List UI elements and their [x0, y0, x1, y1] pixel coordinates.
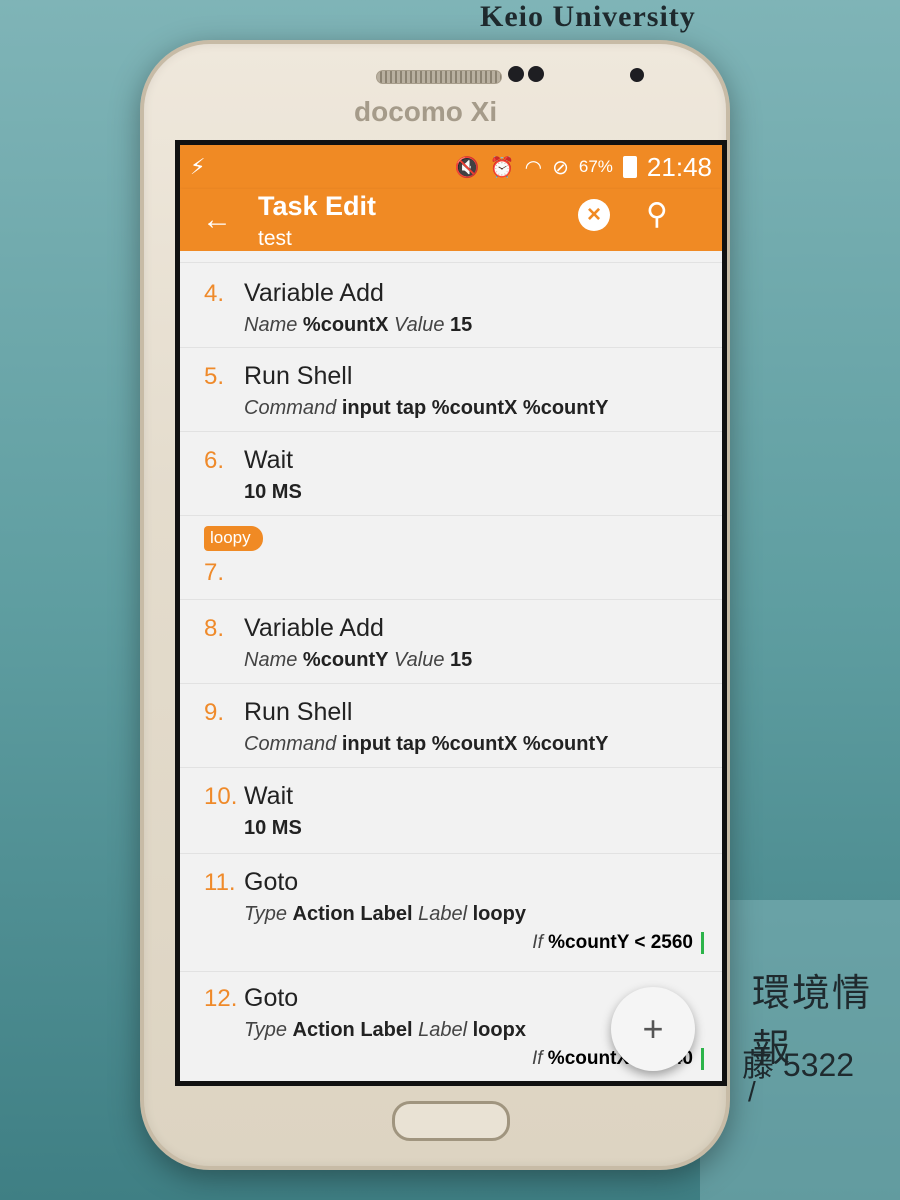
bolt-icon: ⚡	[190, 154, 206, 179]
condition-bar	[701, 932, 704, 954]
add-action-button[interactable]: +	[611, 987, 695, 1071]
action-label-chip: loopy	[204, 526, 263, 551]
front-sensor	[528, 66, 544, 82]
action-number: 12.	[204, 985, 238, 1012]
list-item[interactable]: 5. Run Shell Command input tap %countX %c…	[180, 348, 722, 432]
list-item[interactable]: 9. Run Shell Command input tap %countX %c…	[180, 684, 722, 768]
action-number: 4.	[204, 280, 225, 307]
action-params: Name %countY Value 15	[244, 649, 473, 671]
action-name: Wait	[244, 782, 294, 810]
action-name: Variable Add	[244, 614, 384, 642]
page-title: Task Edit	[258, 191, 377, 221]
action-params: Type Action Label Label loopy	[244, 903, 526, 925]
background-university-text: Keio University	[480, 0, 696, 33]
battery-icon	[622, 156, 637, 178]
action-number: 7.	[204, 559, 225, 586]
battery-percent: 67%	[578, 157, 613, 176]
action-name: Run Shell	[244, 362, 353, 390]
clock: 21:48	[646, 151, 712, 182]
background-poster-slash: /	[748, 1076, 756, 1107]
earpiece-speaker	[376, 70, 502, 84]
alarm-icon: ⏰	[489, 156, 515, 179]
action-number: 6.	[204, 447, 225, 474]
front-camera	[630, 68, 644, 82]
do-not-disturb-icon: ⊘	[552, 156, 569, 179]
list-item[interactable]: 4. Variable Add Name %countX Value 15	[180, 263, 722, 348]
search-icon[interactable]: ⚲	[646, 197, 668, 232]
action-name: Goto	[244, 868, 299, 896]
action-params: Command input tap %countX %countY	[244, 733, 609, 755]
list-item[interactable]: 6. Wait 10 MS	[180, 432, 722, 516]
background-poster-phone: 藤 5322	[742, 1047, 855, 1083]
list-item[interactable]: loopy 7.	[180, 516, 722, 600]
action-name: Variable Add	[244, 279, 384, 307]
home-button[interactable]	[392, 1101, 510, 1141]
status-bar: ⚡ 🔇 ⏰ ◠ ⊘ 67% 21:48	[180, 145, 722, 189]
wifi-icon: ◠	[524, 156, 543, 179]
list-item[interactable]: 11. Goto Type Action Label Label loopy If…	[180, 854, 722, 972]
action-number: 11.	[204, 869, 236, 896]
action-number: 9.	[204, 699, 225, 726]
action-params: Name %countX Value 15	[244, 314, 473, 336]
action-name: Wait	[244, 446, 294, 474]
action-condition: If %countY < 2560	[204, 932, 722, 954]
condition-bar	[701, 1048, 704, 1070]
action-number: 10.	[204, 783, 238, 810]
action-name: Run Shell	[244, 698, 353, 726]
task-name: test	[258, 227, 292, 250]
list-item[interactable]: 8. Variable Add Name %countY Value 15	[180, 600, 722, 684]
action-params: 10 MS	[244, 817, 302, 839]
plus-icon: +	[642, 1008, 664, 1049]
screen: ⚡ 🔇 ⏰ ◠ ⊘ 67% 21:48 ← Task Edit test × ⚲…	[175, 140, 727, 1086]
app-bar: ← Task Edit test × ⚲	[180, 189, 722, 251]
back-arrow-icon[interactable]: ←	[202, 203, 232, 237]
brand-logo: docomo Xi	[354, 96, 498, 127]
front-sensor	[508, 66, 524, 82]
clear-icon[interactable]: ×	[578, 199, 610, 231]
action-params: Command input tap %countX %countY	[244, 397, 609, 419]
action-list[interactable]: 4. Variable Add Name %countX Value 15 5. R…	[180, 251, 722, 1081]
mute-icon: 🔇	[454, 156, 480, 179]
action-number: 5.	[204, 363, 225, 390]
action-name: Goto	[244, 984, 299, 1012]
list-item[interactable]: 10. Wait 10 MS	[180, 768, 722, 854]
list-item-partial	[180, 251, 722, 263]
action-params: 10 MS	[244, 481, 302, 503]
action-number: 8.	[204, 615, 225, 642]
phone-body: docomo Xi ⚡ 🔇 ⏰ ◠ ⊘ 67% 21:48 ← Task Edi…	[140, 40, 730, 1170]
